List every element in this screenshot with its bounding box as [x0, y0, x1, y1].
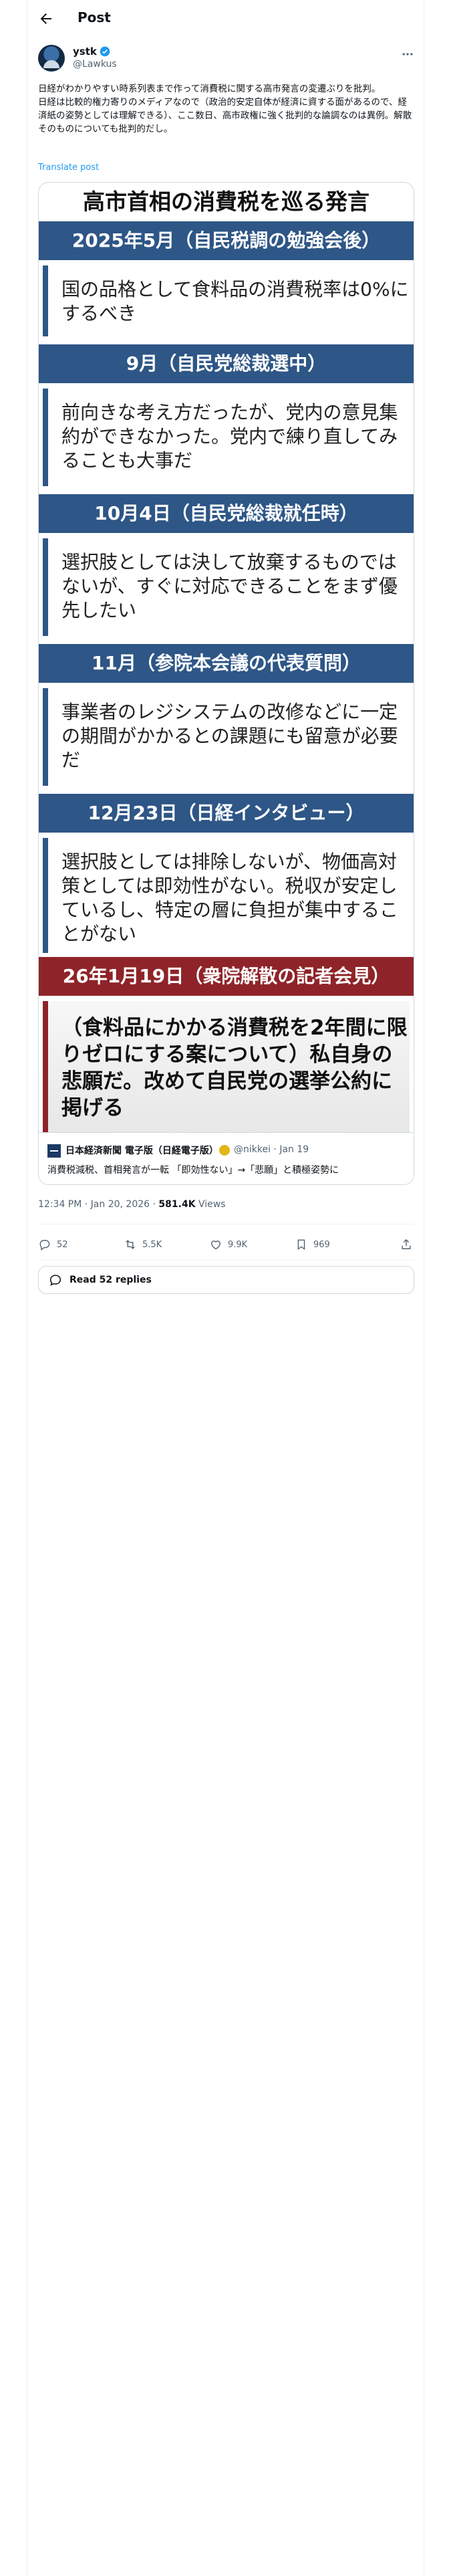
speech-bubble-icon: [49, 1275, 61, 1286]
infographic-title: 高市首相の消費税を巡る発言: [83, 189, 369, 215]
avatar[interactable]: [38, 45, 65, 72]
section-body: 前向きな考え方だったが、党内の意見集約ができなかった。党内で練り直してみることも…: [43, 389, 410, 486]
tweet-text: 日経がわかりやすい時系列表まで作って消費税に関する高市発言の変遷ぶりを批判。 日…: [38, 84, 412, 134]
share-button[interactable]: [400, 1232, 413, 1257]
read-replies-label: Read 52 replies: [69, 1275, 152, 1285]
post-time[interactable]: 12:34 PM · Jan 20, 2026 ·: [38, 1199, 158, 1210]
views-count: 581.4K: [158, 1199, 196, 1210]
section-head: 10月4日（自民党総裁就任時）: [39, 494, 414, 533]
verified-icon: [100, 46, 110, 57]
section-oct-4: 10月4日（自民党総裁就任時） 選択肢としては決して放棄するものではないが、すぐ…: [39, 494, 414, 641]
section-head: 12月23日（日経インタビュー）: [39, 794, 414, 833]
more-icon[interactable]: [401, 47, 414, 61]
author-block: ystk @Lawkus: [38, 45, 414, 73]
infographic-image[interactable]: 高市首相の消費税を巡る発言 2025年5月（自民税調の勉強会後） 国の品格として…: [38, 182, 414, 1185]
action-bar: 52 5.5K 9.9K 969: [38, 1232, 414, 1257]
section-dec-23: 12月23日（日経インタビュー） 選択肢としては排除しないが、物価高対策としては…: [39, 794, 414, 954]
divider: [38, 1260, 414, 1261]
repost-button[interactable]: 5.5K: [124, 1232, 162, 1257]
repost-count: 5.5K: [142, 1239, 162, 1250]
source-headline: 消費税減税、首相発言が一転 「即効性ない」→「悲願」と積極姿勢に: [47, 1165, 339, 1176]
translate-link[interactable]: Translate post: [38, 163, 99, 173]
link-preview-card[interactable]: 日本経済新聞 電子版（日経電子版） @nikkei · Jan 19 消費税減税…: [39, 1132, 414, 1184]
section-head: 2025年5月（自民税調の勉強会後）: [39, 221, 414, 260]
section-body: 選択肢としては排除しないが、物価高対策としては即効性がない。税収が安定しているし…: [43, 838, 410, 953]
author-name-row: ystk: [73, 45, 110, 58]
section-head: 11月（参院本会議の代表質問）: [39, 644, 414, 683]
share-icon: [402, 1239, 411, 1249]
bookmark-count: 969: [313, 1239, 330, 1250]
views-label: Views: [195, 1199, 226, 1210]
section-september: 9月（自民党総裁選中） 前向きな考え方だったが、党内の意見集約ができなかった。党…: [39, 344, 414, 492]
back-arrow-icon[interactable]: [38, 11, 54, 27]
section-november: 11月（参院本会議の代表質問） 事業者のレジシステムの改修などに一定の期間がかか…: [39, 644, 414, 791]
nikkei-logo-icon: [47, 1144, 61, 1158]
gold-verified-icon: [219, 1145, 230, 1156]
section-2025-may: 2025年5月（自民税調の勉強会後） 国の品格として食料品の消費税率は0%にする…: [39, 221, 414, 342]
repost-icon: [126, 1240, 135, 1249]
post-meta: 12:34 PM · Jan 20, 2026 · 581.4K Views: [38, 1199, 226, 1210]
section-body: （食料品にかかる消費税を2年間に限りゼロにする案について）私自身の悲願だ。改めて…: [43, 1001, 410, 1134]
post-column: Post ystk @Lawkus 日経がわかりやすい時系列表まで作って消費税に…: [27, 0, 424, 2576]
section-body: 事業者のレジシステムの改修などに一定の期間がかかるとの課題にも留意が必要だ: [43, 688, 410, 786]
page-title: Post: [78, 9, 111, 25]
section-body: 選択肢としては決して放棄するものではないが、すぐに対応できることをまず優先したい: [43, 538, 410, 636]
like-icon: [211, 1241, 220, 1250]
source-handle: @nikkei · Jan 19: [234, 1144, 309, 1155]
author-handle[interactable]: @Lawkus: [73, 59, 117, 70]
section-2026-jan-19: 26年1月19日（衆院解散の記者会見） （食料品にかかる消費税を2年間に限りゼロ…: [39, 957, 414, 1134]
bookmark-icon: [297, 1239, 305, 1251]
reply-count: 52: [57, 1239, 68, 1250]
author-name[interactable]: ystk: [73, 45, 97, 58]
like-count: 9.9K: [228, 1239, 248, 1250]
section-head: 26年1月19日（衆院解散の記者会見）: [39, 957, 414, 996]
source-name[interactable]: 日本経済新聞 電子版（日経電子版）: [65, 1144, 218, 1157]
reply-icon: [39, 1240, 50, 1251]
read-replies-button[interactable]: Read 52 replies: [38, 1266, 414, 1294]
section-head: 9月（自民党総裁選中）: [39, 344, 414, 383]
section-body: 国の品格として食料品の消費税率は0%にするべき: [43, 265, 410, 336]
reply-button[interactable]: 52: [38, 1232, 68, 1257]
bookmark-button[interactable]: 969: [295, 1232, 330, 1257]
like-button[interactable]: 9.9K: [209, 1232, 247, 1257]
top-bar: Post: [27, 0, 425, 37]
